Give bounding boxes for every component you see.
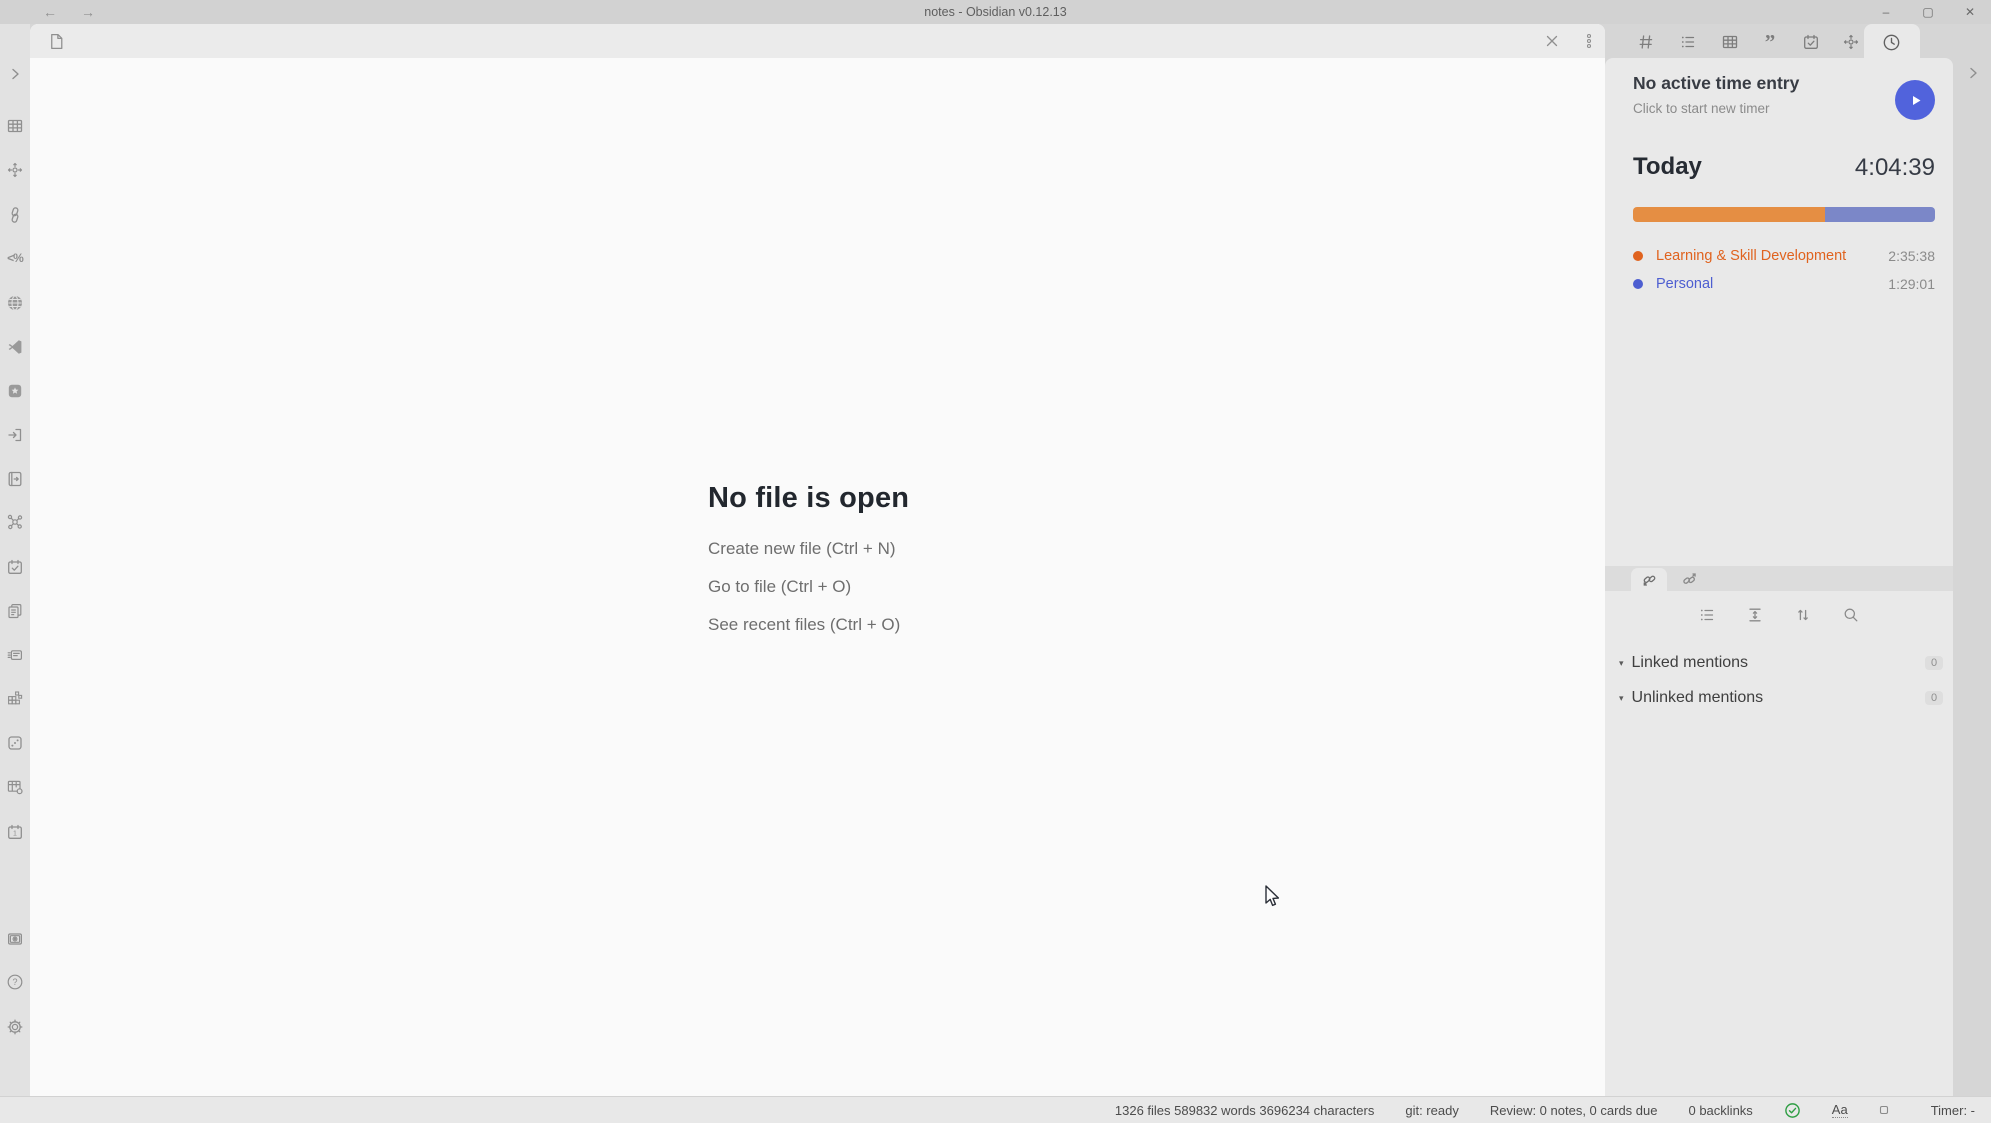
time-entry-row[interactable]: Personal 1:29:01: [1633, 276, 1935, 292]
table-settings-icon[interactable]: [3, 775, 27, 799]
tab-move-pane-icon[interactable]: [1838, 29, 1864, 55]
no-active-entry-title: No active time entry: [1633, 73, 1799, 94]
left-ribbon: <%: [0, 24, 30, 1096]
copy-documents-icon[interactable]: [3, 599, 27, 623]
list-view-icon[interactable]: [1695, 603, 1719, 627]
right-ribbon: [1953, 24, 1991, 1096]
obsidian-window: ← → notes - Obsidian v0.12.13 – ▢ ✕ <%: [0, 0, 1991, 1123]
status-bar: 1326 files 589832 words 3696234 characte…: [0, 1096, 1991, 1123]
vscode-icon[interactable]: [3, 335, 27, 359]
backlinks-tabbar: [1605, 566, 1953, 591]
svg-text:1: 1: [13, 831, 17, 838]
start-timer-button[interactable]: [1895, 80, 1935, 120]
sync-ok-icon[interactable]: [1784, 1102, 1801, 1119]
titlebar: ← → notes - Obsidian v0.12.13 – ▢ ✕: [0, 0, 1991, 24]
collapse-triangle-icon: ▾: [1619, 658, 1624, 669]
unlinked-mentions-count: 0: [1925, 691, 1943, 705]
timer-sidebar-panel: No active time entry Click to start new …: [1605, 58, 1953, 1096]
time-entry-row[interactable]: Learning & Skill Development 2:35:38: [1633, 248, 1935, 264]
backlinks-count[interactable]: 0 backlinks: [1688, 1103, 1752, 1118]
linked-mentions-label: Linked mentions: [1632, 654, 1925, 672]
maximize-button[interactable]: ▢: [1907, 0, 1949, 24]
daily-note-icon[interactable]: 1: [3, 820, 27, 844]
window-controls: – ▢ ✕: [1865, 0, 1991, 24]
create-new-file-link[interactable]: Create new file (Ctrl + N): [708, 539, 909, 559]
svg-text:?: ?: [12, 977, 17, 987]
sign-in-icon[interactable]: [3, 423, 27, 447]
close-button[interactable]: ✕: [1949, 0, 1991, 24]
today-heading: Today: [1633, 153, 1702, 181]
dice-icon[interactable]: [3, 731, 27, 755]
new-note-icon[interactable]: [44, 29, 68, 53]
file-stats: 1326 files 589832 words 3696234 characte…: [1115, 1103, 1374, 1118]
editor-pane-header: [30, 24, 1605, 58]
no-active-entry-subtitle: Click to start new timer: [1633, 101, 1770, 116]
collapse-right-sidebar-icon[interactable]: [1961, 61, 1985, 85]
entry-label: Personal: [1656, 276, 1888, 292]
calendar-check-icon[interactable]: [3, 555, 27, 579]
settings-gear-icon[interactable]: [3, 1015, 27, 1039]
editor-content: No file is open Create new file (Ctrl + …: [30, 58, 1605, 1096]
table-icon[interactable]: [3, 114, 27, 138]
window-title: notes - Obsidian v0.12.13: [0, 5, 1991, 19]
case-sensitivity-toggle[interactable]: Aa: [1832, 1102, 1848, 1118]
starred-box-icon[interactable]: [3, 379, 27, 403]
empty-state: No file is open Create new file (Ctrl + …: [708, 482, 909, 653]
globe-icon[interactable]: [3, 291, 27, 315]
editor-pane: No file is open Create new file (Ctrl + …: [30, 24, 1605, 1096]
today-progress-bar: [1633, 207, 1935, 222]
backlinks-toolbar: [1605, 603, 1953, 627]
close-pane-icon[interactable]: [1540, 29, 1564, 53]
timer-status[interactable]: Timer: -: [1931, 1103, 1975, 1118]
unlinked-mentions-section[interactable]: ▾ Unlinked mentions 0: [1619, 688, 1943, 708]
see-recent-files-link[interactable]: See recent files (Ctrl + O): [708, 615, 909, 635]
unlinked-mentions-label: Unlinked mentions: [1632, 689, 1925, 707]
entry-label: Learning & Skill Development: [1656, 248, 1888, 264]
right-sidebar-tabbar: ”: [1605, 24, 1953, 58]
graph-view-icon[interactable]: [3, 510, 27, 534]
blocks-icon[interactable]: [3, 686, 27, 710]
entry-color-dot: [1633, 251, 1643, 261]
progress-segment-learning: [1633, 207, 1825, 222]
linked-mentions-count: 0: [1925, 656, 1943, 670]
tab-outline-icon[interactable]: [1675, 29, 1701, 55]
svg-text:”: ”: [1765, 33, 1776, 51]
minimize-button[interactable]: –: [1865, 0, 1907, 24]
go-to-file-link[interactable]: Go to file (Ctrl + O): [708, 577, 909, 597]
tab-backlinks-icon[interactable]: [1631, 568, 1667, 591]
entry-color-dot: [1633, 279, 1643, 289]
tab-timer-clock-icon[interactable]: [1878, 29, 1904, 55]
entry-duration: 2:35:38: [1888, 248, 1935, 264]
progress-segment-personal: [1825, 207, 1935, 222]
tab-outgoing-links-icon[interactable]: [1671, 568, 1707, 591]
tab-table-icon[interactable]: [1717, 29, 1743, 55]
small-indicator-icon[interactable]: [1879, 1105, 1889, 1115]
move-pane-icon[interactable]: [3, 158, 27, 182]
tab-tags-icon[interactable]: [1633, 29, 1659, 55]
collapse-results-icon[interactable]: [1743, 603, 1767, 627]
today-total-time: 4:04:39: [1855, 154, 1935, 182]
link-icon[interactable]: [3, 203, 27, 227]
git-status[interactable]: git: ready: [1405, 1103, 1458, 1118]
tab-quotes-icon[interactable]: ”: [1757, 29, 1783, 55]
more-options-icon[interactable]: [1577, 29, 1601, 53]
help-icon[interactable]: ?: [3, 970, 27, 994]
empty-state-title: No file is open: [708, 482, 909, 515]
linked-mentions-section[interactable]: ▾ Linked mentions 0: [1619, 653, 1943, 673]
card-stack-icon[interactable]: [3, 643, 27, 667]
vault-icon[interactable]: [3, 927, 27, 951]
collapse-triangle-icon: ▾: [1619, 693, 1624, 704]
tab-calendar-tasks-icon[interactable]: [1798, 29, 1824, 55]
templater-icon[interactable]: <%: [3, 246, 27, 270]
review-status[interactable]: Review: 0 notes, 0 cards due: [1490, 1103, 1658, 1118]
expand-sidebar-icon[interactable]: [3, 62, 27, 86]
mouse-cursor: [1262, 884, 1284, 915]
journal-icon[interactable]: [3, 467, 27, 491]
entry-duration: 1:29:01: [1888, 276, 1935, 292]
search-icon[interactable]: [1839, 603, 1863, 627]
sort-order-icon[interactable]: [1791, 603, 1815, 627]
